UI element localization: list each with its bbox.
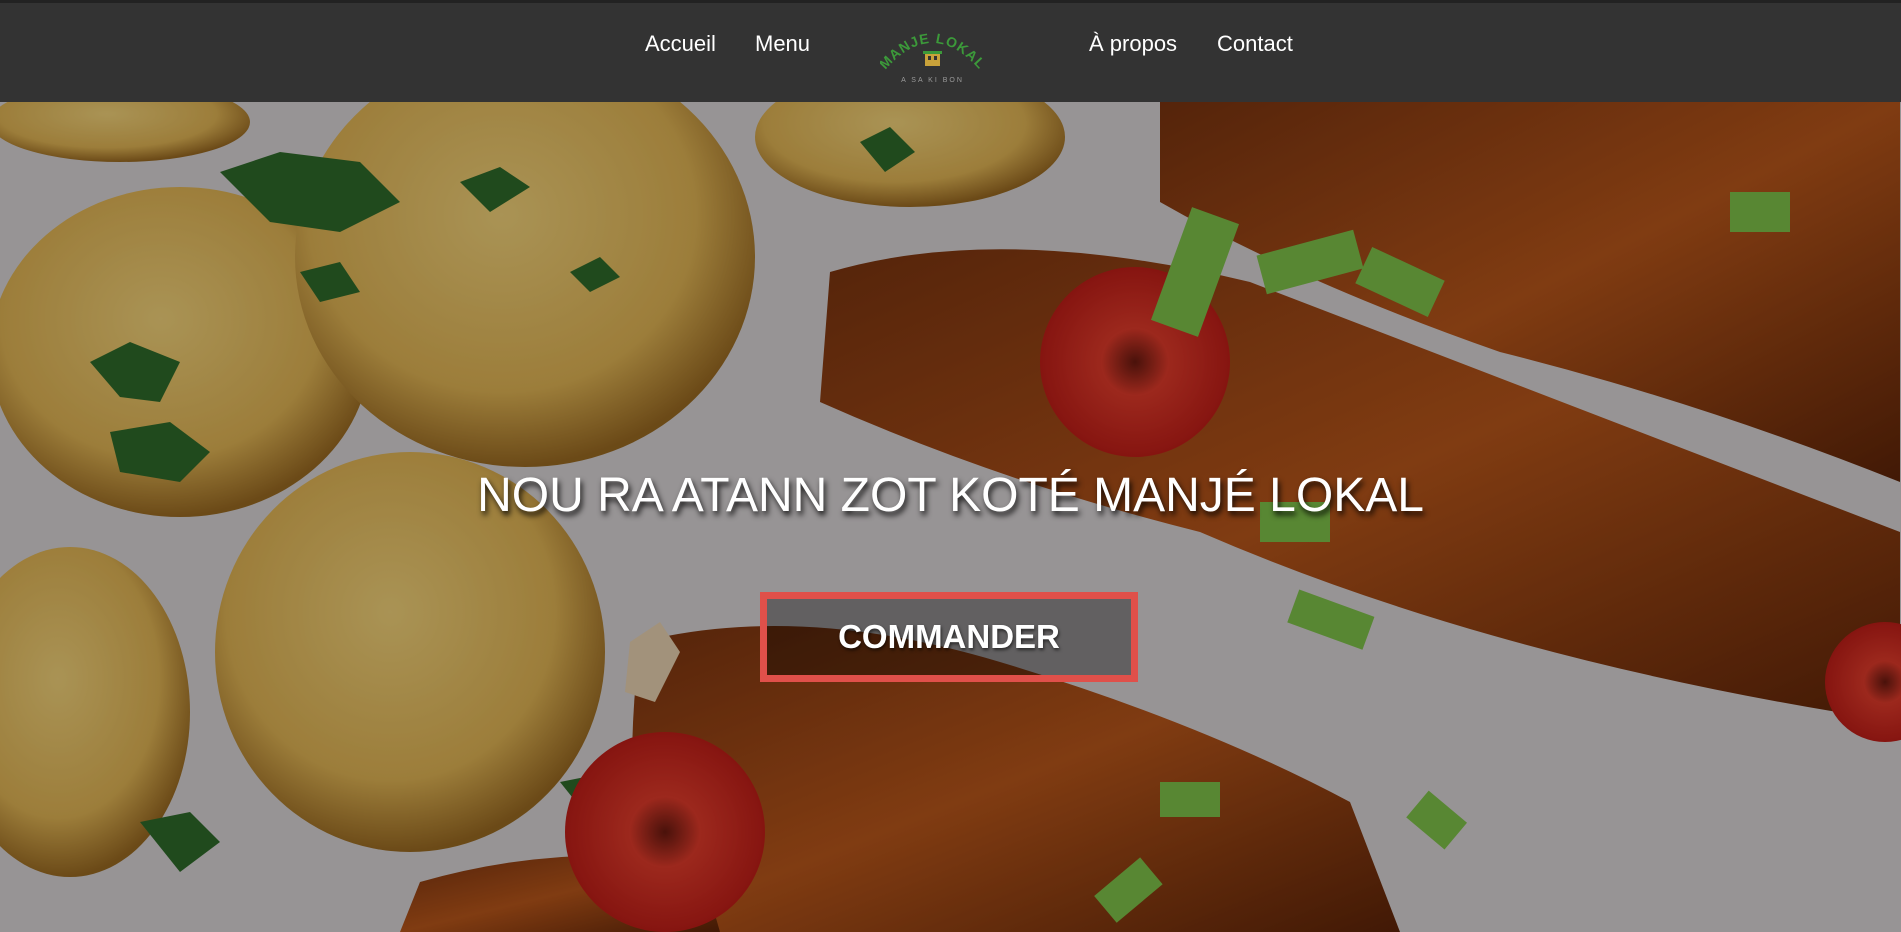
top-navbar: Accueil Menu MANJE LOKAL A SA KI BON À p… [0, 0, 1901, 102]
page: Accueil Menu MANJE LOKAL A SA KI BON À p… [0, 0, 1901, 932]
nav-link-accueil[interactable]: Accueil [645, 31, 716, 57]
svg-text:A SA KI BON: A SA KI BON [901, 77, 964, 84]
nav-link-a-propos[interactable]: À propos [1089, 31, 1177, 57]
hero-section: NOU RA ATANN ZOT KOTÉ MANJÉ LOKAL COMMAN… [0, 102, 1901, 932]
nav-link-contact[interactable]: Contact [1217, 31, 1293, 57]
commander-button[interactable]: COMMANDER [760, 592, 1138, 682]
manje-lokal-logo-icon: MANJE LOKAL A SA KI BON [876, 30, 988, 84]
hero-title: NOU RA ATANN ZOT KOTÉ MANJÉ LOKAL [477, 469, 1424, 522]
site-logo[interactable]: MANJE LOKAL A SA KI BON [876, 27, 988, 89]
nav-link-menu[interactable]: Menu [755, 31, 810, 57]
